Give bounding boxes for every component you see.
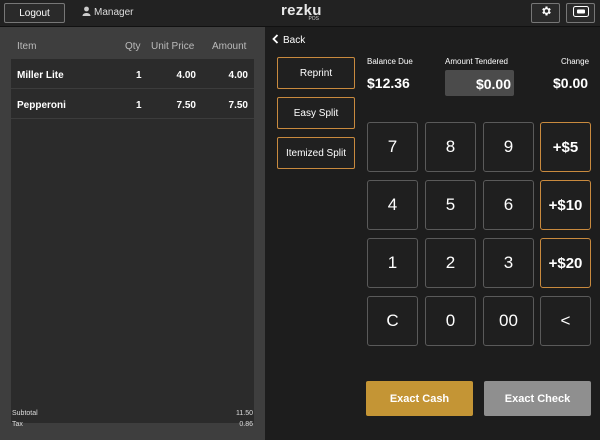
top-bar: Logout Manager rezku POS bbox=[0, 0, 600, 27]
user-icon bbox=[82, 6, 91, 19]
logout-button[interactable]: Logout bbox=[4, 3, 65, 23]
key-5[interactable]: 5 bbox=[425, 180, 476, 230]
subtotal-label: Subtotal bbox=[12, 410, 38, 417]
amount-tendered-value: $0.00 bbox=[475, 76, 511, 92]
backspace-key[interactable]: < bbox=[540, 296, 591, 346]
row-amount: 7.50 bbox=[228, 100, 248, 111]
change-label: Change bbox=[561, 57, 590, 66]
header-amount: Amount bbox=[212, 41, 247, 52]
key-3[interactable]: 3 bbox=[483, 238, 534, 288]
quick-add-20-button[interactable]: +$20 bbox=[540, 238, 591, 288]
card-reader-icon bbox=[572, 4, 589, 22]
key-9[interactable]: 9 bbox=[483, 122, 534, 172]
reprint-button[interactable]: Reprint bbox=[277, 57, 355, 89]
header-qty: Qty bbox=[125, 41, 141, 52]
settings-button[interactable] bbox=[531, 3, 560, 23]
row-unit-price: 7.50 bbox=[176, 100, 196, 111]
order-header: Item Qty Unit Price Amount bbox=[0, 27, 265, 57]
key-0[interactable]: 0 bbox=[425, 296, 476, 346]
key-6[interactable]: 6 bbox=[483, 180, 534, 230]
tax-line: Tax 0.86 bbox=[0, 421, 265, 432]
header-unit-price: Unit Price bbox=[151, 41, 195, 52]
itemized-split-button[interactable]: Itemized Split bbox=[277, 137, 355, 169]
row-unit-price: 4.00 bbox=[176, 70, 196, 81]
balance-due-value: $12.36 bbox=[367, 75, 410, 91]
amount-tendered-field[interactable]: $0.00 bbox=[445, 70, 514, 96]
tax-value: 0.86 bbox=[239, 421, 253, 428]
order-panel: Item Qty Unit Price Amount Miller Lite 1… bbox=[0, 27, 265, 440]
balance-due-label: Balance Due bbox=[367, 57, 413, 66]
row-item: Miller Lite bbox=[17, 70, 64, 81]
gear-icon bbox=[540, 4, 552, 22]
exact-cash-button[interactable]: Exact Cash bbox=[366, 381, 473, 416]
card-reader-button[interactable] bbox=[566, 3, 595, 23]
order-list[interactable]: Miller Lite 1 4.00 4.00 Pepperoni 1 7.50… bbox=[11, 59, 254, 423]
row-amount: 4.00 bbox=[228, 70, 248, 81]
subtotal-value: 11.50 bbox=[236, 410, 253, 417]
key-7[interactable]: 7 bbox=[367, 122, 418, 172]
tax-label: Tax bbox=[12, 421, 23, 428]
row-qty: 1 bbox=[136, 70, 142, 81]
key-2[interactable]: 2 bbox=[425, 238, 476, 288]
quick-add-5-button[interactable]: +$5 bbox=[540, 122, 591, 172]
key-00[interactable]: 00 bbox=[483, 296, 534, 346]
back-button[interactable]: Back bbox=[272, 34, 305, 47]
change-value: $0.00 bbox=[553, 75, 589, 91]
app-logo: rezku POS bbox=[281, 3, 321, 22]
user-label: Manager bbox=[94, 7, 134, 18]
chevron-left-icon bbox=[272, 34, 279, 47]
clear-key[interactable]: C bbox=[367, 296, 418, 346]
order-totals: Subtotal 11.50 Tax 0.86 bbox=[0, 410, 265, 432]
header-item: Item bbox=[17, 41, 37, 52]
easy-split-button[interactable]: Easy Split bbox=[277, 97, 355, 129]
quick-add-10-button[interactable]: +$10 bbox=[540, 180, 591, 230]
order-row[interactable]: Pepperoni 1 7.50 7.50 bbox=[11, 89, 254, 119]
exact-check-button[interactable]: Exact Check bbox=[484, 381, 591, 416]
row-qty: 1 bbox=[136, 100, 142, 111]
key-8[interactable]: 8 bbox=[425, 122, 476, 172]
order-row[interactable]: Miller Lite 1 4.00 4.00 bbox=[11, 59, 254, 89]
current-user[interactable]: Manager bbox=[82, 6, 133, 19]
back-label: Back bbox=[283, 35, 306, 46]
subtotal-line: Subtotal 11.50 bbox=[0, 410, 265, 421]
row-item: Pepperoni bbox=[17, 100, 66, 111]
key-4[interactable]: 4 bbox=[367, 180, 418, 230]
key-1[interactable]: 1 bbox=[367, 238, 418, 288]
amount-tendered-label: Amount Tendered bbox=[445, 57, 509, 66]
